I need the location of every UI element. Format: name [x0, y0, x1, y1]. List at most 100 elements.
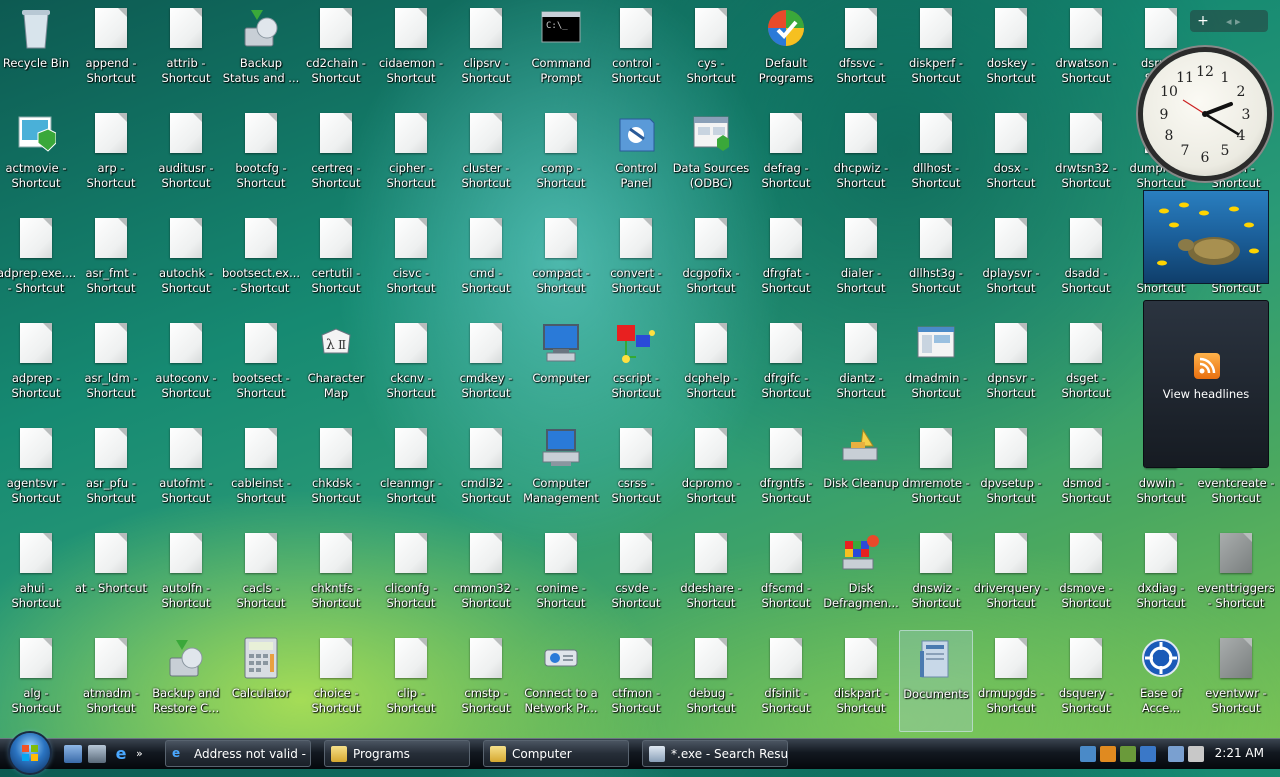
desktop-icon-dnswiz-shortcut[interactable]: dnswiz - Shortcut	[899, 525, 973, 627]
switch-windows-icon[interactable]	[88, 745, 106, 763]
desktop-icon-dmadmin-shortcut[interactable]: dmadmin - Shortcut	[899, 315, 973, 417]
desktop-icon-cmmon32-shortcut[interactable]: cmmon32 - Shortcut	[449, 525, 523, 627]
volume-muted-icon[interactable]	[1188, 746, 1204, 762]
desktop-icon-ddeshare-shortcut[interactable]: ddeshare - Shortcut	[674, 525, 748, 627]
desktop-icon-cscript-shortcut[interactable]: cscript - Shortcut	[599, 315, 673, 417]
desktop-icon-dsadd-shortcut[interactable]: dsadd - Shortcut	[1049, 210, 1123, 312]
desktop-icon-recycle-bin[interactable]: Recycle Bin	[0, 0, 73, 102]
desktop-icon-conime-shortcut[interactable]: conime - Shortcut	[524, 525, 598, 627]
desktop-icon-cd2chain-shortcut[interactable]: cd2chain - Shortcut	[299, 0, 373, 102]
desktop-icon-cmd-shortcut[interactable]: cmd - Shortcut	[449, 210, 523, 312]
desktop-icon-csvde-shortcut[interactable]: csvde - Shortcut	[599, 525, 673, 627]
feed-headlines-gadget[interactable]: View headlines	[1143, 300, 1269, 468]
desktop-icon-dplaysvr-shortcut[interactable]: dplaysvr - Shortcut	[974, 210, 1048, 312]
desktop-icon-autochk-shortcut[interactable]: autochk - Shortcut	[149, 210, 223, 312]
desktop-icon-dcphelp-shortcut[interactable]: dcphelp - Shortcut	[674, 315, 748, 417]
desktop-icon-diskperf-shortcut[interactable]: diskperf - Shortcut	[899, 0, 973, 102]
desktop-icon-drwtsn32-shortcut[interactable]: drwtsn32 - Shortcut	[1049, 105, 1123, 207]
desktop-icon-certreq-shortcut[interactable]: certreq - Shortcut	[299, 105, 373, 207]
desktop-icon-clip-shortcut[interactable]: clip - Shortcut	[374, 630, 448, 732]
task-address-not-valid[interactable]: e Address not valid - ...	[165, 740, 311, 767]
desktop-icon-diantz-shortcut[interactable]: diantz - Shortcut	[824, 315, 898, 417]
start-button[interactable]	[10, 733, 50, 773]
desktop-icon-dllhst3g-shortcut[interactable]: dllhst3g - Shortcut	[899, 210, 973, 312]
desktop-icon-drmupgds-shortcut[interactable]: drmupgds - Shortcut	[974, 630, 1048, 732]
desktop-icon-default-programs[interactable]: Default Programs	[749, 0, 823, 102]
desktop-icon-eventtriggers-shortcut[interactable]: eventtriggers - Shortcut	[1197, 525, 1275, 627]
desktop-icon-comp-shortcut[interactable]: comp - Shortcut	[524, 105, 598, 207]
desktop-icon-backup-and-restore-c[interactable]: Backup and Restore C...	[149, 630, 223, 732]
clock-gadget[interactable]: 12 1 2 345 678 9 10 11	[1143, 52, 1267, 176]
desktop-icon-arp-shortcut[interactable]: arp - Shortcut	[74, 105, 148, 207]
desktop-icon-asr-pfu-shortcut[interactable]: asr_pfu - Shortcut	[74, 420, 148, 522]
desktop-icon-cmstp-shortcut[interactable]: cmstp - Shortcut	[449, 630, 523, 732]
security-shield-icon[interactable]	[1100, 746, 1116, 762]
desktop-icon-diskpart-shortcut[interactable]: diskpart - Shortcut	[824, 630, 898, 732]
desktop-icon-cidaemon-shortcut[interactable]: cidaemon - Shortcut	[374, 0, 448, 102]
desktop-icon-doskey-shortcut[interactable]: doskey - Shortcut	[974, 0, 1048, 102]
desktop-icon-driverquery-shortcut[interactable]: driverquery - Shortcut	[974, 525, 1048, 627]
desktop-icon-defrag-shortcut[interactable]: defrag - Shortcut	[749, 105, 823, 207]
desktop-icon-dcpromo-shortcut[interactable]: dcpromo - Shortcut	[674, 420, 748, 522]
desktop-icon-dsget-shortcut[interactable]: dsget - Shortcut	[1049, 315, 1123, 417]
desktop-icon-data-sources-odbc[interactable]: Data Sources (ODBC)	[673, 105, 749, 207]
internet-explorer-icon[interactable]: e	[112, 745, 130, 763]
slideshow-gadget[interactable]	[1143, 190, 1269, 284]
desktop-icon-control-panel[interactable]: Control Panel	[599, 105, 673, 207]
desktop-icon-cys-shortcut[interactable]: cys - Shortcut	[674, 0, 748, 102]
desktop-icon-documents[interactable]: Documents	[899, 630, 973, 732]
desktop-icon-agentsvr-shortcut[interactable]: agentsvr - Shortcut	[0, 420, 73, 522]
desktop-icon-disk-defragmen[interactable]: Disk Defragmen...	[823, 525, 899, 627]
desktop-icon-append-shortcut[interactable]: append - Shortcut	[74, 0, 148, 102]
desktop-icon-auditusr-shortcut[interactable]: auditusr - Shortcut	[149, 105, 223, 207]
desktop-icon-disk-cleanup[interactable]: Disk Cleanup	[823, 420, 899, 522]
desktop-icon-ease-of-acce[interactable]: Ease of Acce...	[1124, 630, 1198, 732]
show-desktop-icon[interactable]	[64, 745, 82, 763]
desktop-icon-cmdl32-shortcut[interactable]: cmdl32 - Shortcut	[449, 420, 523, 522]
desktop-icon-dosx-shortcut[interactable]: dosx - Shortcut	[974, 105, 1048, 207]
desktop-icon-dhcpwiz-shortcut[interactable]: dhcpwiz - Shortcut	[824, 105, 898, 207]
desktop-icon-ckcnv-shortcut[interactable]: ckcnv - Shortcut	[374, 315, 448, 417]
desktop-icon-dllhost-shortcut[interactable]: dllhost - Shortcut	[899, 105, 973, 207]
taskbar-clock[interactable]: 2:21 AM	[1215, 746, 1264, 760]
desktop-icon-bootsect-ex-shortcut[interactable]: bootsect.ex... - Shortcut	[222, 210, 300, 312]
desktop-icon-dsquery-shortcut[interactable]: dsquery - Shortcut	[1049, 630, 1123, 732]
desktop-icon-alg-shortcut[interactable]: alg - Shortcut	[0, 630, 73, 732]
task-search-results[interactable]: *.exe - Search Resul...	[642, 740, 788, 767]
desktop[interactable]: Recycle Bin append - Shortcut attrib - Sho…	[0, 0, 1280, 738]
desktop-icon-compact-shortcut[interactable]: compact - Shortcut	[524, 210, 598, 312]
desktop-icon-cmdkey-shortcut[interactable]: cmdkey - Shortcut	[449, 315, 523, 417]
desktop-icon-adprep-exe-shortcut[interactable]: adprep.exe.... - Shortcut	[0, 210, 75, 312]
desktop-icon-bootcfg-shortcut[interactable]: bootcfg - Shortcut	[224, 105, 298, 207]
desktop-icon-actmovie-shortcut[interactable]: actmovie - Shortcut	[0, 105, 73, 207]
desktop-icon-cacls-shortcut[interactable]: cacls - Shortcut	[224, 525, 298, 627]
desktop-icon-autoconv-shortcut[interactable]: autoconv - Shortcut	[149, 315, 223, 417]
desktop-icon-chkntfs-shortcut[interactable]: chkntfs - Shortcut	[299, 525, 373, 627]
task-programs[interactable]: Programs	[324, 740, 470, 767]
desktop-icon-asr-ldm-shortcut[interactable]: asr_ldm - Shortcut	[74, 315, 148, 417]
desktop-icon-autolfn-shortcut[interactable]: autolfn - Shortcut	[149, 525, 223, 627]
desktop-icon-dfrgifc-shortcut[interactable]: dfrgifc - Shortcut	[749, 315, 823, 417]
task-computer[interactable]: Computer	[483, 740, 629, 767]
desktop-icon-cliconfg-shortcut[interactable]: cliconfg - Shortcut	[374, 525, 448, 627]
gadget-nav-arrows[interactable]: ◂ ▸	[1226, 15, 1241, 28]
view-headlines-link[interactable]: View headlines	[1144, 387, 1268, 401]
desktop-icon-clipsrv-shortcut[interactable]: clipsrv - Shortcut	[449, 0, 523, 102]
desktop-icon-dfrgntfs-shortcut[interactable]: dfrgntfs - Shortcut	[749, 420, 823, 522]
desktop-icon-attrib-shortcut[interactable]: attrib - Shortcut	[149, 0, 223, 102]
desktop-icon-atmadm-shortcut[interactable]: atmadm - Shortcut	[74, 630, 148, 732]
desktop-icon-adprep-shortcut[interactable]: adprep - Shortcut	[0, 315, 73, 417]
desktop-icon-dfssvc-shortcut[interactable]: dfssvc - Shortcut	[824, 0, 898, 102]
desktop-icon-control-shortcut[interactable]: control - Shortcut	[599, 0, 673, 102]
desktop-icon-dmremote-shortcut[interactable]: dmremote - Shortcut	[899, 420, 973, 522]
network-tray-icon[interactable]	[1080, 746, 1096, 762]
desktop-icon-dpvsetup-shortcut[interactable]: dpvsetup - Shortcut	[974, 420, 1048, 522]
desktop-icon-cisvc-shortcut[interactable]: cisvc - Shortcut	[374, 210, 448, 312]
desktop-icon-cleanmgr-shortcut[interactable]: cleanmgr - Shortcut	[374, 420, 448, 522]
defender-icon[interactable]	[1120, 746, 1136, 762]
desktop-icon-dsmod-shortcut[interactable]: dsmod - Shortcut	[1049, 420, 1123, 522]
desktop-icon-csrss-shortcut[interactable]: csrss - Shortcut	[599, 420, 673, 522]
desktop-icon-dialer-shortcut[interactable]: dialer - Shortcut	[824, 210, 898, 312]
desktop-icon-dfsinit-shortcut[interactable]: dfsinit - Shortcut	[749, 630, 823, 732]
desktop-icon-dpnsvr-shortcut[interactable]: dpnsvr - Shortcut	[974, 315, 1048, 417]
